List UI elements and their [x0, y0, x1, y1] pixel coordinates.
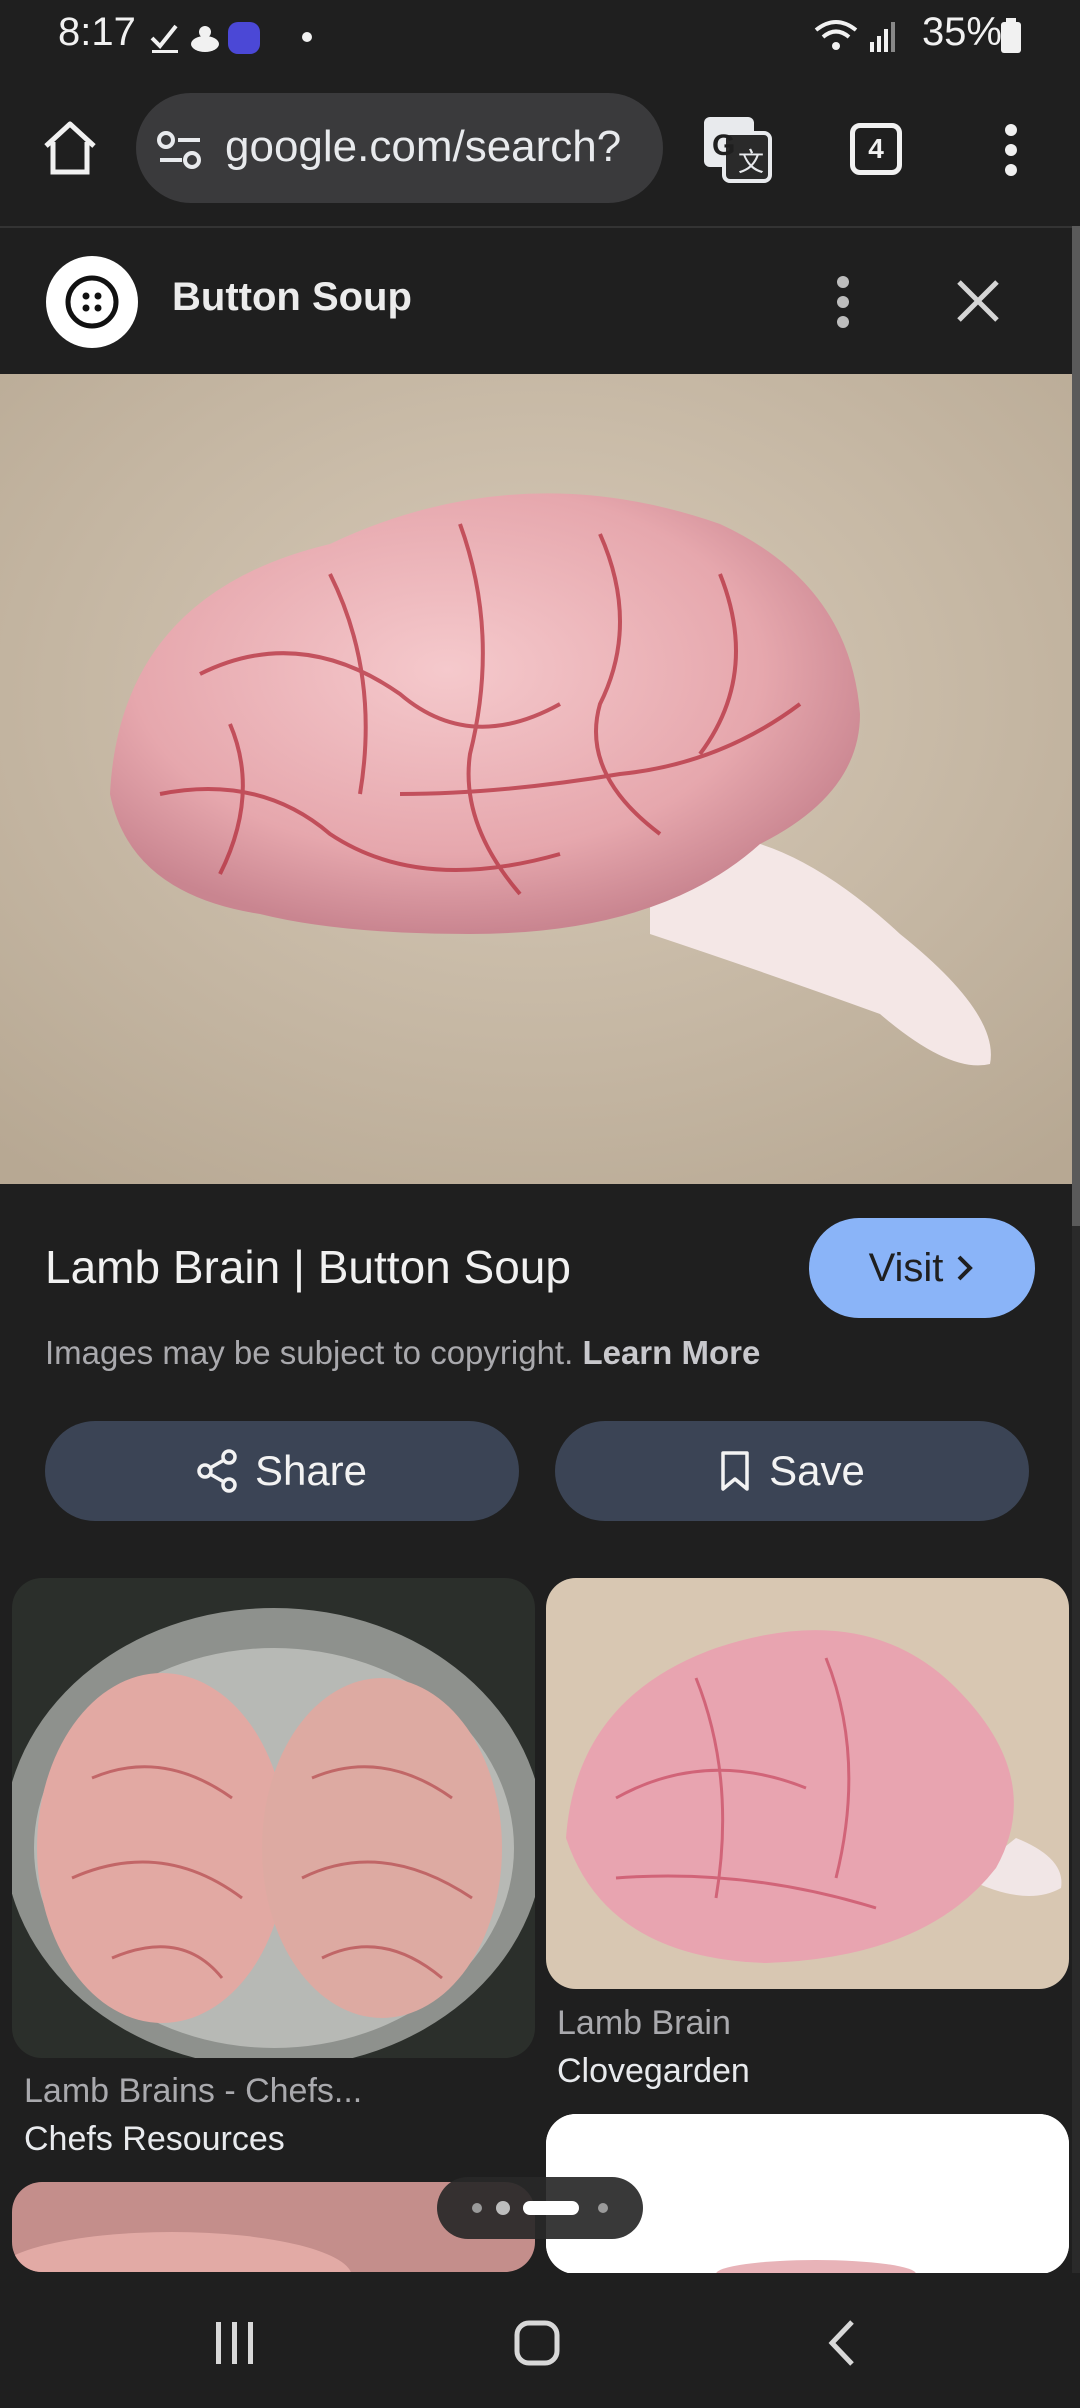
save-label: Save	[769, 1447, 865, 1494]
share-button[interactable]: Share	[45, 1421, 519, 1521]
wifi-signal-icons	[814, 20, 895, 52]
site-settings-icon[interactable]	[156, 130, 204, 170]
panel-more-icon[interactable]	[828, 272, 858, 332]
more-vert-icon[interactable]	[996, 120, 1026, 180]
related-image-2[interactable]	[546, 1578, 1069, 1989]
status-notification-icons	[150, 22, 260, 54]
battery-percent: 35%	[921, 10, 1002, 54]
visit-label: Visit	[868, 1245, 944, 1290]
share-icon	[197, 1449, 237, 1493]
save-button[interactable]: Save	[555, 1421, 1029, 1521]
main-result-image[interactable]	[0, 374, 1072, 1184]
related-title-2[interactable]: Lamb Brain	[557, 2004, 731, 2043]
svg-text:G: G	[712, 129, 735, 162]
related-image-1[interactable]	[12, 1578, 535, 2058]
close-icon[interactable]	[955, 278, 1001, 324]
translate-icon[interactable]: G 文	[702, 115, 772, 185]
wifi-icon	[814, 20, 858, 50]
app-notification-icon	[228, 22, 260, 54]
address-text[interactable]: google.com/search?	[225, 122, 621, 172]
status-time: 8:17	[58, 10, 136, 54]
result-panel-header	[0, 228, 1072, 374]
related-source-2[interactable]: Clovegarden	[557, 2052, 750, 2091]
signal-icon	[870, 22, 895, 52]
dot-icon	[302, 32, 312, 42]
site-name[interactable]: Button Soup	[172, 275, 412, 320]
svg-text:文: 文	[738, 147, 764, 177]
check-icon	[150, 24, 178, 49]
visit-button[interactable]: Visit	[809, 1218, 1035, 1318]
bookmark-icon	[721, 1451, 749, 1491]
copyright-text: Images may be subject to copyright.	[45, 1334, 574, 1371]
home-icon[interactable]	[40, 118, 100, 178]
carousel-pager[interactable]	[437, 2177, 643, 2239]
copyright-notice: Images may be subject to copyright. Lear…	[45, 1334, 760, 1372]
chevron-right-icon	[958, 1255, 974, 1281]
learn-more-link[interactable]: Learn More	[582, 1334, 760, 1371]
site-logo-icon[interactable]	[46, 256, 138, 348]
related-title-1[interactable]: Lamb Brains - Chefs...	[24, 2072, 362, 2111]
back-icon[interactable]	[822, 2318, 862, 2368]
home-nav-icon[interactable]	[512, 2318, 562, 2368]
weather-icon	[191, 26, 219, 52]
scrollbar-thumb[interactable]	[1072, 226, 1080, 1226]
battery-icon	[1001, 18, 1021, 53]
related-source-1[interactable]: Chefs Resources	[24, 2120, 285, 2159]
result-title[interactable]: Lamb Brain | Button Soup	[45, 1240, 571, 1294]
share-label: Share	[254, 1447, 368, 1494]
recents-icon[interactable]	[210, 2320, 260, 2366]
tabs-icon[interactable]: 4	[850, 123, 902, 175]
